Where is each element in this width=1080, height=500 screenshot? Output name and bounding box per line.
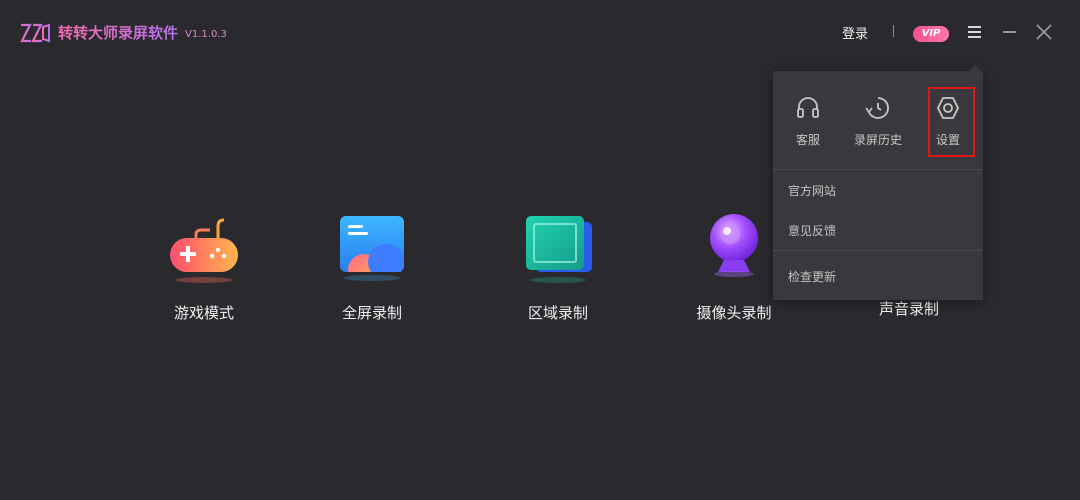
minimize-button[interactable] (1001, 23, 1019, 41)
hamburger-line (968, 31, 981, 33)
hamburger-line (968, 26, 981, 28)
webcam-icon (710, 214, 758, 277)
app-logo: 转转大师录屏软件 V1.1.0.3 (20, 22, 227, 43)
record-history-button[interactable]: 录屏历史 (848, 95, 908, 148)
close-button[interactable] (1034, 22, 1054, 42)
mode-label: 摄像头录制 (696, 304, 772, 322)
menu-item-official-site[interactable]: 官方网站 (788, 182, 836, 199)
menu-item-check-update[interactable]: 检查更新 (788, 268, 836, 285)
customer-service-button[interactable]: 客服 (778, 95, 838, 148)
mode-label: 声音录制 (878, 300, 939, 318)
tool-label: 客服 (795, 133, 820, 147)
zzd-logo-icon (20, 23, 50, 42)
mode-label: 游戏模式 (173, 304, 234, 322)
menu-button[interactable] (966, 24, 984, 40)
mode-game[interactable]: 游戏模式 (134, 212, 274, 323)
divider (773, 169, 983, 170)
header-separator (893, 25, 894, 37)
history-clock-icon (865, 97, 889, 119)
divider (773, 250, 983, 251)
title-bar: 转转大师录屏软件 V1.1.0.3 登录 VIP (0, 0, 1080, 64)
app-version: V1.1.0.3 (185, 28, 227, 40)
mode-label: 全屏录制 (341, 304, 402, 322)
fullscreen-record-icon (334, 216, 410, 288)
highlight-box (928, 87, 975, 157)
login-button[interactable]: 登录 (842, 23, 868, 42)
settings-dropdown-menu: 客服 录屏历史 设置 官方网站 意见反馈 检查更新 (773, 65, 983, 300)
dropdown-arrow (969, 65, 981, 71)
vip-badge[interactable]: VIP (913, 26, 949, 42)
headset-icon (797, 97, 819, 118)
close-icon (1036, 24, 1052, 40)
mode-area[interactable]: 区域录制 (488, 212, 628, 323)
tool-label: 录屏历史 (853, 133, 902, 147)
menu-item-feedback[interactable]: 意见反馈 (788, 222, 836, 239)
area-record-icon (526, 216, 592, 283)
hamburger-line (968, 36, 981, 38)
gamepad-icon (170, 218, 238, 283)
mode-label: 区域录制 (527, 304, 588, 322)
mode-fullscreen[interactable]: 全屏录制 (302, 212, 442, 323)
app-title: 转转大师录屏软件 (58, 24, 179, 42)
